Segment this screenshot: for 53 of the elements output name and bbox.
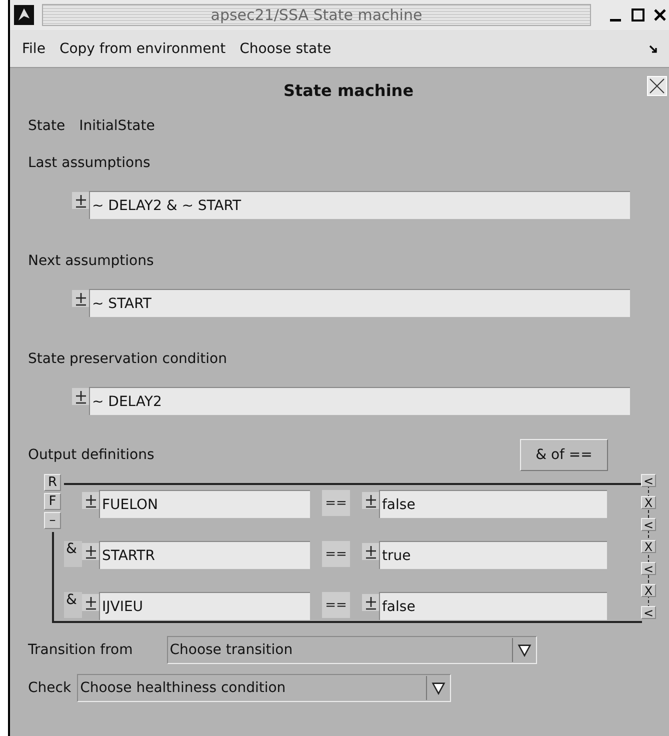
and-label: & [64,541,82,567]
insert-button[interactable]: < [641,562,656,575]
state-value: InitialState [79,118,155,134]
dropdown-label: Transition from [28,642,133,658]
plus-button[interactable] [82,492,99,509]
operator-label: == [322,541,350,567]
input-field[interactable]: IJVIEU [99,592,310,620]
and-label: & [64,592,82,618]
small-button[interactable]: – [44,512,61,529]
plus-button[interactable] [72,290,89,307]
input-field[interactable]: STARTR [99,541,310,569]
close-icon[interactable] [653,8,667,22]
plus-button[interactable] [72,388,89,405]
insert-button[interactable]: < [641,474,656,487]
dropdown[interactable]: Choose healthiness condition [77,674,452,702]
window-title: apsec21/SSA State machine [42,4,591,26]
remove-button[interactable]: X [641,584,656,597]
input-field[interactable]: ~ START [89,289,630,317]
input-field[interactable]: false [379,592,607,620]
plus-button[interactable] [362,594,379,611]
remove-button[interactable]: X [641,540,656,553]
section-label: Next assumptions [28,252,155,271]
input-field[interactable]: ~ DELAY2 & ~ START [89,191,630,219]
menu-item[interactable]: File [22,40,46,56]
state-label: State [28,118,66,134]
plus-button[interactable] [82,543,99,560]
plus-button[interactable] [72,192,89,209]
section-label: Last assumptions [28,154,152,173]
operator-label: == [322,490,350,516]
input-field[interactable]: ~ DELAY2 [89,387,630,415]
arrow-icon[interactable] [649,44,659,54]
panel-title: State machine [283,80,414,100]
maximize-icon[interactable] [631,8,645,22]
input-field[interactable]: true [379,541,607,569]
small-button[interactable]: F [44,493,61,510]
menu-item[interactable]: Choose state [240,40,332,56]
plus-button[interactable] [362,492,379,509]
small-button[interactable]: R [44,474,61,491]
insert-button[interactable]: < [641,518,656,531]
section-label: State preservation condition [28,350,228,369]
menu-item[interactable]: Copy from environment [59,40,226,56]
operator-label: == [322,592,350,618]
remove-button[interactable]: X [641,496,656,509]
plus-button[interactable] [82,594,99,611]
and-of-equals-button[interactable]: & of == [520,439,608,471]
plus-button[interactable] [362,543,379,560]
insert-button[interactable]: < [641,606,656,619]
input-field[interactable]: false [379,490,607,518]
app-icon[interactable] [14,5,34,25]
input-field[interactable]: FUELON [99,490,310,518]
section-label: Output definitions [28,447,154,463]
dropdown-label: Check [28,680,72,696]
dropdown[interactable]: Choose transition [166,636,537,664]
